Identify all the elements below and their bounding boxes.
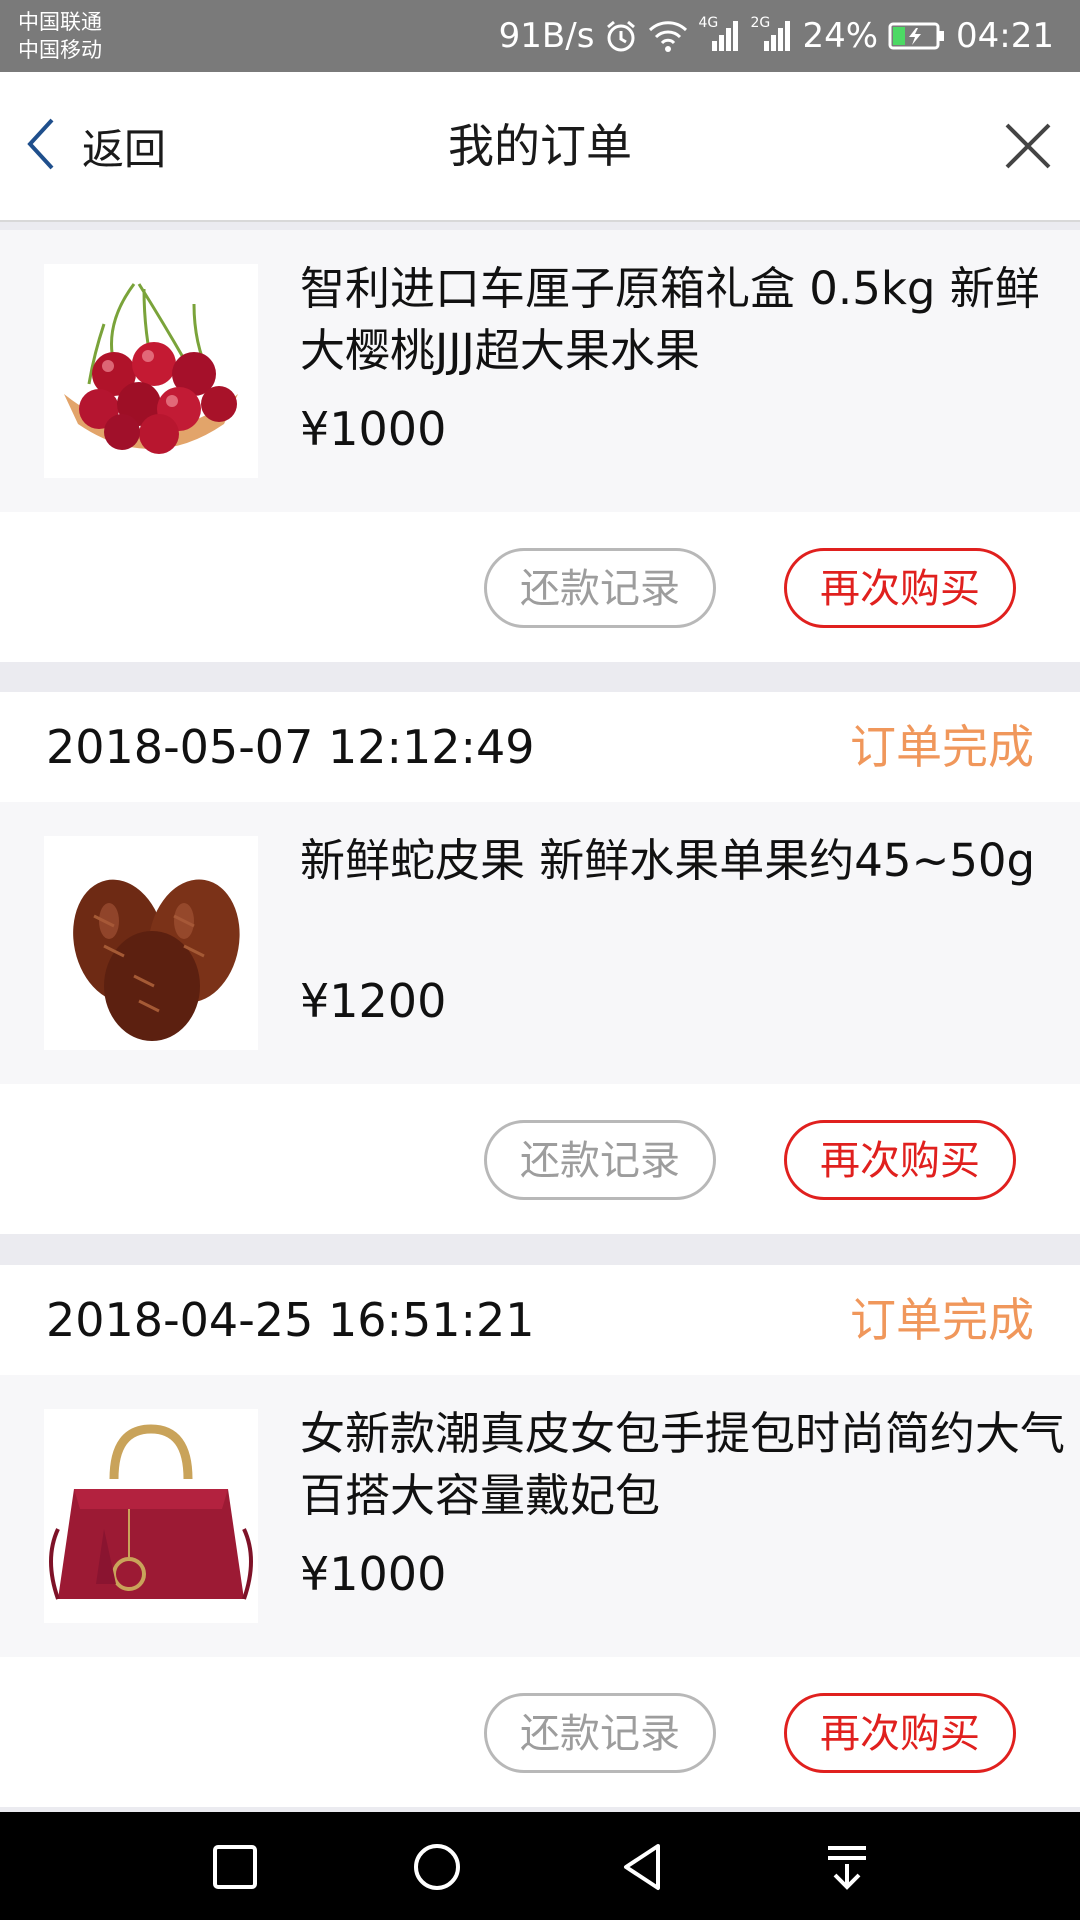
order-status: 订单完成 [850,720,1034,774]
close-icon[interactable] [1004,122,1052,170]
product-image-red-handbag [44,1409,258,1623]
buy-again-button[interactable]: 再次购买 [784,1693,1016,1773]
status-bar: 中国联通 中国移动 91B/s 4G 2G 24% 04:21 [0,0,1080,72]
order-card: 2018-05-07 12:12:49 订单完成 新鲜蛇皮果 新鲜水果单果约45… [0,692,1080,1234]
product-title: 女新款潮真皮女包手提包时尚简约大气百搭大容量戴妃包 [300,1407,1066,1522]
wifi-icon [648,20,688,52]
battery-icon [888,21,946,51]
product-price: ¥1000 [300,1547,447,1601]
back-icon[interactable] [618,1842,668,1892]
buy-again-button[interactable]: 再次购买 [784,548,1016,628]
carrier-2: 中国移动 [18,38,102,62]
order-actions: 还款记录 再次购买 [0,1657,1080,1807]
system-navigation-bar [0,1812,1080,1920]
product-row[interactable]: 新鲜蛇皮果 新鲜水果单果约45~50g ¥1200 [0,802,1080,1084]
order-card: 2018-04-25 16:51:21 订单完成 女新款潮真皮女包手提包时尚简约… [0,1265,1080,1807]
order-date: 2018-04-25 16:51:21 [46,1293,535,1347]
buy-again-button[interactable]: 再次购买 [784,1120,1016,1200]
repayment-record-button[interactable]: 还款记录 [484,1120,716,1200]
product-row[interactable]: 女新款潮真皮女包手提包时尚简约大气百搭大容量戴妃包 ¥1000 [0,1375,1080,1657]
product-image-salak-fruit [44,836,258,1050]
battery-percent: 24% [802,16,879,56]
order-actions: 还款记录 再次购买 [0,1084,1080,1234]
net-speed: 91B/s [498,16,595,56]
order-status: 订单完成 [850,1293,1034,1347]
carrier-1: 中国联通 [18,10,102,34]
home-icon[interactable] [412,1842,462,1892]
repayment-record-button[interactable]: 还款记录 [484,548,716,628]
notification-pull-icon[interactable] [822,1842,872,1892]
product-title: 智利进口车厘子原箱礼盒 0.5kg 新鲜大樱桃JJJ超大果水果 [300,262,1040,377]
page-title: 我的订单 [448,119,632,173]
order-card: 智利进口车厘子原箱礼盒 0.5kg 新鲜大樱桃JJJ超大果水果 ¥1000 还款… [0,230,1080,662]
signal-icon-2: 2G [750,15,792,53]
clock: 04:21 [956,16,1054,56]
signal-icon-1: 4G [698,15,740,53]
order-actions: 还款记录 再次购买 [0,512,1080,662]
recent-apps-icon[interactable] [210,1842,260,1892]
order-header: 2018-05-07 12:12:49 订单完成 [0,692,1080,802]
product-title: 新鲜蛇皮果 新鲜水果单果约45~50g [300,834,1036,887]
product-image-cherries [44,264,258,478]
order-header: 2018-04-25 16:51:21 订单完成 [0,1265,1080,1375]
product-price: ¥1200 [300,974,447,1028]
navigation-bar: 返回 我的订单 [0,72,1080,222]
product-row[interactable]: 智利进口车厘子原箱礼盒 0.5kg 新鲜大樱桃JJJ超大果水果 ¥1000 [0,230,1080,512]
carrier-names: 中国联通 中国移动 [18,8,102,64]
repayment-record-button[interactable]: 还款记录 [484,1693,716,1773]
product-price: ¥1000 [300,402,447,456]
alarm-icon [604,19,638,53]
order-date: 2018-05-07 12:12:49 [46,720,535,774]
